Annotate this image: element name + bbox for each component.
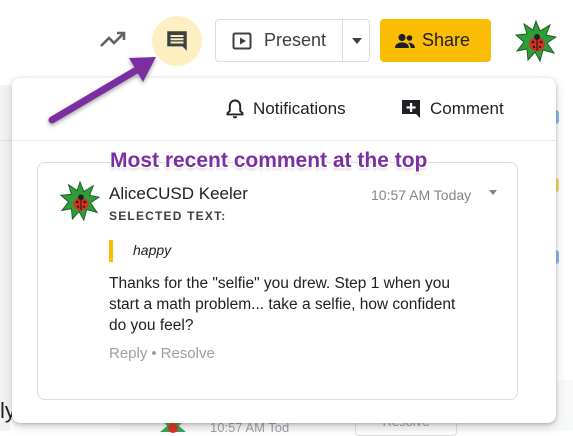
trending-up-icon[interactable] xyxy=(98,28,128,52)
docs-left-margin xyxy=(0,85,10,431)
action-separator: • xyxy=(151,345,157,362)
present-button-group: Present xyxy=(215,19,370,62)
author-avatar xyxy=(60,181,100,221)
share-button[interactable]: Share xyxy=(380,19,491,62)
bell-icon xyxy=(226,99,244,119)
comment-icon xyxy=(167,31,187,51)
reply-link[interactable]: Reply xyxy=(109,345,147,362)
present-button[interactable]: Present xyxy=(216,20,342,61)
people-icon xyxy=(395,33,415,48)
present-play-icon xyxy=(232,32,252,49)
present-label: Present xyxy=(264,30,327,50)
present-options-dropdown[interactable] xyxy=(343,20,370,61)
comment-card[interactable]: AliceCUSD Keeler 10:57 AM Today SELECTED… xyxy=(37,162,518,400)
account-avatar[interactable] xyxy=(515,20,557,62)
caret-down-icon xyxy=(351,37,362,44)
notifications-button[interactable]: Notifications xyxy=(226,96,346,122)
selected-text-label: SELECTED TEXT: xyxy=(109,209,227,223)
selected-text-quote: happy xyxy=(133,242,172,258)
comment-label: Comment xyxy=(430,99,504,118)
comment-timestamp: 10:57 AM Today xyxy=(371,187,472,203)
resolve-link[interactable]: Resolve xyxy=(161,345,215,362)
popup-divider xyxy=(12,140,556,141)
add-comment-button[interactable]: Comment xyxy=(400,96,504,122)
comment-body: Thanks for the "selfie" you drew. Step 1… xyxy=(109,275,456,334)
notifications-label: Notifications xyxy=(253,99,346,118)
annotation-label: Most recent comment at the top xyxy=(110,149,428,172)
add-comment-icon xyxy=(402,100,420,118)
quote-bar xyxy=(109,240,113,262)
ruler-divider xyxy=(0,140,10,141)
comment-actions: Reply • Resolve xyxy=(109,345,215,362)
share-label: Share xyxy=(422,30,471,50)
comment-history-popup: Notifications Comment AliceCUSD Keeler 1… xyxy=(12,78,556,423)
popup-header: Notifications Comment xyxy=(12,78,556,140)
comment-author: AliceCUSD Keeler xyxy=(109,184,248,203)
caret-down-icon[interactable] xyxy=(488,189,498,196)
comments-history-button[interactable] xyxy=(152,16,202,66)
